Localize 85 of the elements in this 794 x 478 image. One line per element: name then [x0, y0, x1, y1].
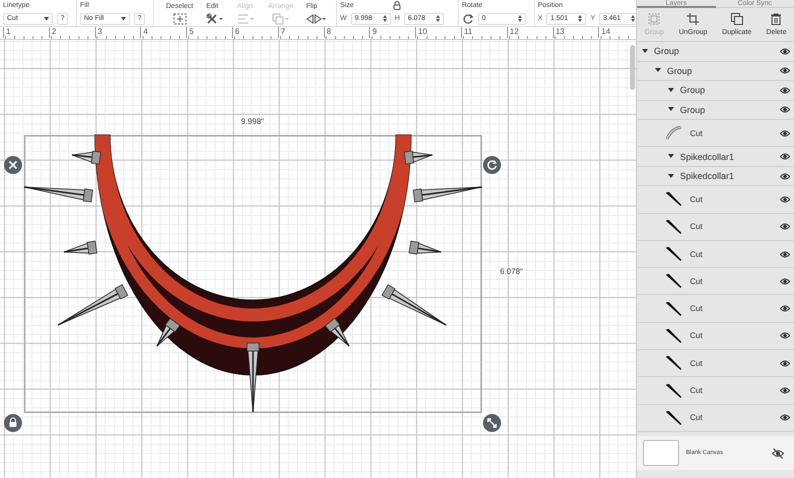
caret-icon[interactable]: [668, 154, 674, 160]
eye-icon[interactable]: [780, 196, 790, 203]
eye-icon[interactable]: [780, 153, 790, 160]
height-dimension: 6.078": [500, 267, 523, 276]
eye-icon[interactable]: [780, 223, 790, 230]
ruler-number: 7: [278, 27, 324, 38]
ruler-number: 6: [232, 27, 278, 38]
eye-icon[interactable]: [780, 305, 790, 312]
layer-item[interactable]: Cut: [637, 295, 794, 323]
ruler-number: 1: [3, 27, 49, 38]
caret-icon[interactable]: [668, 107, 674, 112]
group-icon: [648, 13, 660, 25]
lock-icon[interactable]: [393, 1, 402, 10]
layer-item[interactable]: Cut: [637, 377, 794, 405]
layer-item[interactable]: Spikedcollar1: [637, 166, 794, 186]
scrollbar[interactable]: [630, 45, 635, 90]
ruler-number: 13: [552, 27, 598, 38]
spike-thumbnail-icon: [666, 328, 682, 343]
ruler-number: 12: [506, 27, 553, 38]
layer-item[interactable]: Cut: [637, 268, 794, 296]
layer-item[interactable]: Cut: [637, 404, 794, 432]
spike-thumbnail-icon: [666, 356, 682, 370]
eye-icon[interactable]: [780, 130, 790, 137]
edit-icon[interactable]: [206, 13, 224, 25]
eye-icon[interactable]: [780, 387, 790, 394]
layer-item[interactable]: Cut: [637, 120, 794, 148]
ruler-number: 4: [140, 27, 186, 38]
rotate-handle-icon[interactable]: [483, 156, 501, 174]
layer-item[interactable]: Group: [637, 42, 794, 62]
layer-item[interactable]: Cut: [637, 322, 794, 350]
ruler-number: 11: [460, 27, 507, 38]
duplicate-icon: [730, 13, 743, 25]
layer-item[interactable]: Group: [637, 100, 794, 120]
caret-icon[interactable]: [655, 68, 661, 74]
caret-icon[interactable]: [642, 48, 648, 54]
spike-thumbnail-icon: [666, 220, 682, 234]
flip-icon[interactable]: [306, 13, 326, 25]
spike-thumbnail-icon: [666, 247, 682, 262]
layer-item[interactable]: Cut: [637, 214, 794, 241]
canvas-swatch[interactable]: [643, 440, 679, 466]
spike-thumbnail-icon: [666, 410, 682, 425]
layer-item[interactable]: Cut: [637, 240, 794, 268]
eye-icon[interactable]: [780, 250, 790, 258]
ruler-number: 9: [369, 27, 416, 38]
eye-icon[interactable]: [780, 332, 790, 340]
spike-thumbnail-icon: [666, 384, 682, 398]
stepper-icon[interactable]: [578, 15, 582, 22]
stepper-icon[interactable]: [382, 15, 387, 22]
eye-icon[interactable]: [780, 67, 790, 74]
stepper-icon[interactable]: [436, 15, 440, 22]
caret-icon[interactable]: [668, 174, 674, 179]
eye-icon[interactable]: [780, 48, 790, 55]
caret-icon: [121, 16, 126, 20]
close-icon[interactable]: [4, 156, 22, 174]
ruler-number: 8: [324, 27, 370, 38]
eye-icon[interactable]: [780, 106, 790, 114]
spike-thumbnail-icon: [666, 274, 682, 288]
eye-icon[interactable]: [780, 278, 790, 285]
layer-item[interactable]: Group: [637, 81, 794, 100]
caret-icon[interactable]: [668, 88, 674, 93]
stepper-icon[interactable]: [518, 15, 522, 22]
eye-icon[interactable]: [780, 86, 790, 94]
trash-icon: [770, 13, 782, 25]
ungroup-icon: [687, 13, 700, 25]
layer-item[interactable]: Cut: [637, 350, 794, 378]
ruler-number: 10: [415, 27, 461, 38]
ruler-number: 5: [186, 27, 232, 38]
eye-icon[interactable]: [780, 360, 790, 367]
spike-thumbnail-icon: [666, 192, 682, 206]
deselect-icon[interactable]: [172, 13, 187, 25]
rotate-icon: [462, 12, 474, 24]
eye-icon[interactable]: [780, 414, 790, 422]
caret-icon: [44, 16, 49, 20]
layer-item[interactable]: Group: [637, 62, 794, 81]
ruler-number: 3: [94, 27, 140, 38]
ruler-number: 2: [48, 27, 95, 38]
arc-thumbnail-icon: [666, 126, 682, 140]
hidden-eye-icon[interactable]: [772, 448, 784, 458]
resize-icon[interactable]: [483, 414, 501, 432]
spike-thumbnail-icon: [666, 302, 682, 316]
layer-item[interactable]: Spikedcollar1: [637, 147, 794, 167]
width-dimension: 9.998": [241, 117, 264, 126]
layer-item[interactable]: Cut: [637, 186, 794, 214]
eye-icon[interactable]: [780, 172, 790, 180]
lock-icon[interactable]: [4, 414, 22, 432]
